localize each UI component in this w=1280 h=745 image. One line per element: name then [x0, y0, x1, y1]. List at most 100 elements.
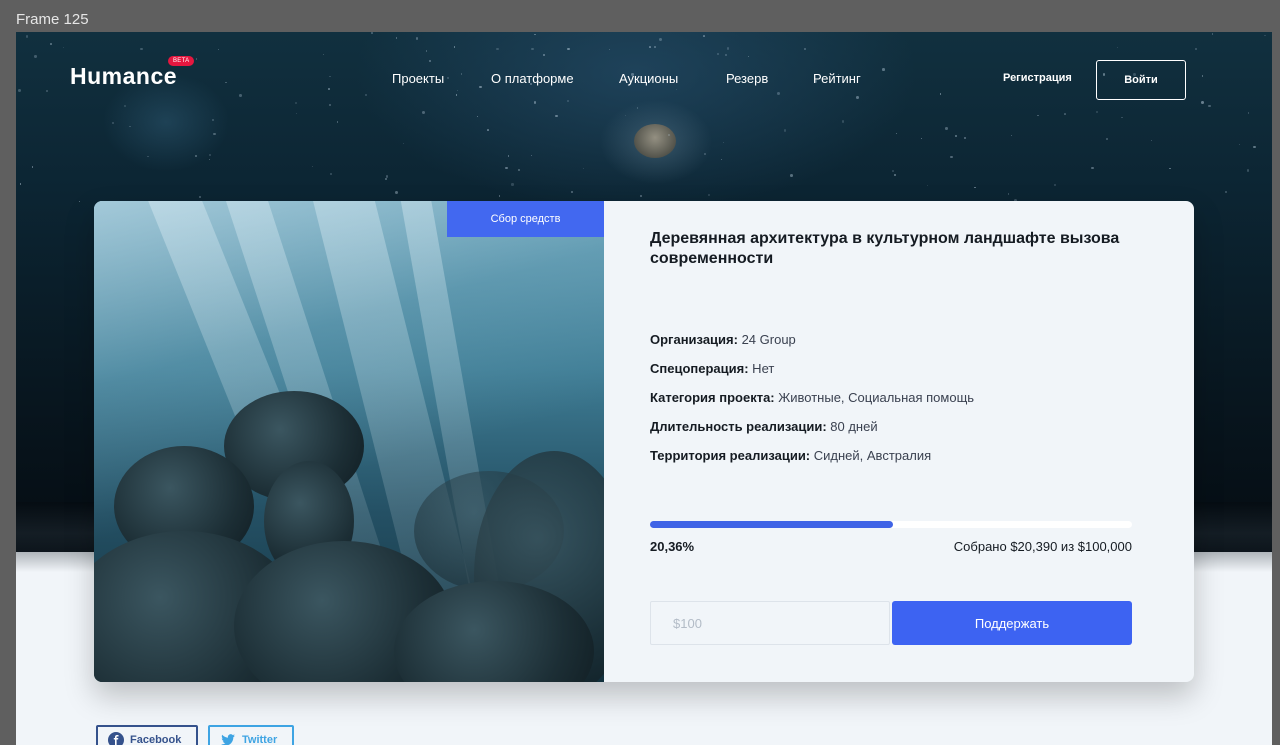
particle-decoration [675, 88, 677, 91]
particle-decoration [217, 49, 219, 51]
fact-value: Животные, Социальная помощь [774, 390, 975, 405]
particle-decoration [322, 53, 324, 55]
particle-decoration [31, 166, 34, 168]
particle-decoration [949, 155, 953, 159]
particle-decoration [146, 155, 149, 158]
particle-decoration [328, 88, 330, 90]
particle-decoration [1253, 146, 1256, 149]
particle-decoration [722, 141, 725, 144]
particle-decoration [329, 75, 331, 78]
particle-decoration [78, 201, 80, 203]
project-info: Деревянная архитектура в культурном ланд… [650, 201, 1132, 682]
particle-decoration [892, 169, 894, 172]
particle-decoration [415, 37, 419, 40]
fact-organization: Организация: 24 Group [650, 332, 796, 347]
page-frame: Humance BETA Проекты О платформе Аукцион… [16, 32, 1272, 745]
particle-decoration [211, 118, 214, 121]
particle-decoration [330, 172, 333, 175]
particle-decoration [336, 121, 339, 123]
particle-decoration [1095, 111, 1098, 114]
particle-decoration [487, 129, 490, 132]
particle-decoration [1121, 116, 1123, 119]
particle-decoration [505, 167, 508, 170]
particle-decoration [385, 177, 388, 180]
particle-decoration [567, 48, 570, 51]
particle-decoration [1211, 33, 1214, 35]
particle-decoration [455, 94, 457, 96]
particle-decoration [624, 114, 626, 116]
share-twitter-label: Twitter [242, 734, 278, 745]
nav-item-reserve[interactable]: Резерв [726, 71, 768, 86]
particle-decoration [140, 47, 143, 51]
particle-decoration [703, 152, 706, 155]
particle-decoration [209, 159, 211, 161]
particle-decoration [1264, 34, 1266, 37]
particle-decoration [944, 126, 948, 130]
support-button[interactable]: Поддержать [892, 601, 1132, 645]
particle-decoration [364, 94, 367, 97]
login-button[interactable]: Войти [1096, 60, 1186, 100]
particle-decoration [18, 88, 22, 92]
particle-decoration [724, 54, 728, 57]
particle-decoration [456, 89, 459, 92]
fact-value: Нет [748, 361, 775, 376]
share-twitter-button[interactable]: Twitter [208, 725, 294, 745]
particle-decoration [25, 35, 28, 38]
fact-special-operation: Спецоперация: Нет [650, 361, 774, 376]
particle-decoration [446, 76, 450, 80]
particle-decoration [507, 155, 510, 157]
particle-decoration [460, 73, 462, 75]
particle-decoration [702, 35, 705, 37]
status-badge: Сбор средств [447, 201, 604, 237]
particle-decoration [542, 53, 545, 56]
particle-decoration [668, 134, 670, 136]
particle-decoration [50, 42, 53, 45]
particle-decoration [213, 132, 216, 136]
particle-decoration [1150, 139, 1153, 142]
particle-decoration [395, 190, 399, 194]
particle-decoration [422, 110, 426, 114]
particle-decoration [111, 121, 115, 125]
particle-decoration [62, 46, 65, 49]
particle-decoration [496, 47, 499, 50]
particle-decoration [571, 190, 573, 193]
particle-decoration [1239, 144, 1241, 146]
particle-decoration [1201, 75, 1204, 77]
particle-decoration [555, 114, 558, 118]
particle-decoration [370, 32, 373, 34]
share-facebook-label: Facebook [130, 734, 182, 745]
particle-decoration [1248, 112, 1250, 114]
particle-decoration [804, 48, 806, 51]
funding-progress-fill [650, 521, 893, 528]
particle-decoration [1224, 191, 1227, 194]
fact-label: Территория реализации: [650, 448, 811, 463]
share-facebook-button[interactable]: Facebook [96, 725, 198, 745]
fact-category: Категория проекта: Животные, Социальная … [650, 390, 974, 405]
particle-decoration [477, 116, 479, 118]
particle-decoration [426, 50, 428, 52]
particle-decoration [208, 153, 211, 157]
facebook-icon [108, 732, 124, 745]
logo[interactable]: Humance [70, 63, 177, 90]
nav-item-projects[interactable]: Проекты [392, 71, 444, 86]
particle-decoration [225, 81, 227, 83]
funding-percent: 20,36% [650, 539, 695, 554]
nav-item-rating[interactable]: Рейтинг [813, 71, 861, 86]
particle-decoration [716, 52, 719, 55]
particle-decoration [1106, 137, 1109, 140]
fact-label: Длительность реализации: [650, 419, 827, 434]
nav-item-auctions[interactable]: Аукционы [619, 71, 678, 86]
register-link[interactable]: Регистрация [1003, 72, 1072, 84]
particle-decoration [123, 104, 127, 107]
nav-item-about[interactable]: О платформе [491, 71, 574, 86]
particle-decoration [783, 129, 787, 132]
particle-decoration [1194, 48, 1197, 51]
fact-label: Спецоперация: [650, 361, 749, 376]
particle-decoration [567, 100, 569, 103]
particle-decoration [534, 33, 537, 36]
particle-decoration [329, 104, 332, 107]
frame-label: Frame 125 [16, 11, 89, 28]
donation-amount-input[interactable] [650, 601, 890, 645]
particle-decoration [653, 46, 656, 48]
particle-decoration [842, 120, 845, 123]
